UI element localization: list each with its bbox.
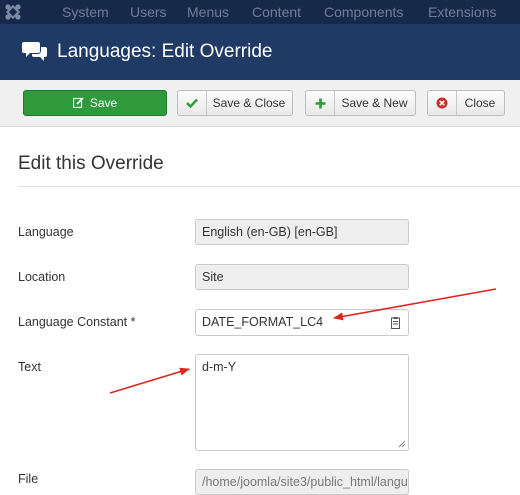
- save-close-button[interactable]: Save & Close: [177, 90, 293, 116]
- file-value: /home/joomla/site3/public_html/language/…: [202, 475, 408, 489]
- save-new-icon-wrap: [306, 91, 335, 115]
- language-label: Language: [18, 225, 74, 239]
- language-constant-input[interactable]: DATE_FORMAT_LC4: [195, 309, 409, 336]
- language-value: English (en-GB) [en-GB]: [202, 225, 338, 239]
- edit-icon: [72, 97, 84, 109]
- close-icon-wrap: [428, 91, 457, 115]
- menu-content[interactable]: Content: [252, 4, 301, 20]
- plus-icon: [315, 98, 325, 108]
- language-field: English (en-GB) [en-GB]: [195, 219, 409, 245]
- menu-menus[interactable]: Menus: [187, 4, 229, 20]
- save-new-button[interactable]: Save & New: [305, 90, 416, 116]
- joomla-logo-icon[interactable]: [4, 3, 22, 21]
- menu-extensions[interactable]: Extensions: [428, 4, 496, 20]
- section-title: Edit this Override: [18, 153, 164, 174]
- location-field: Site: [195, 264, 409, 290]
- save-label: Save: [89, 96, 118, 110]
- file-field: /home/joomla/site3/public_html/language/…: [195, 469, 409, 495]
- menu-users[interactable]: Users: [130, 4, 167, 20]
- save-new-label: Save & New: [341, 96, 408, 110]
- location-label: Location: [18, 270, 66, 284]
- text-value: d-m-Y: [202, 360, 237, 374]
- location-value: Site: [202, 270, 224, 284]
- arrow-to-text: [109, 367, 190, 394]
- clipboard-icon[interactable]: [391, 317, 400, 329]
- checkmark-icon: [186, 98, 198, 108]
- page-header: Languages: Edit Override: [0, 24, 520, 80]
- file-label: File: [18, 472, 39, 486]
- save-button[interactable]: Save: [23, 90, 167, 116]
- close-circle-icon: [436, 97, 448, 109]
- text-label: Text: [18, 360, 41, 374]
- top-menu-bar: System Users Menus Content Components Ex…: [0, 0, 520, 24]
- divider: [18, 186, 520, 187]
- menu-components[interactable]: Components: [324, 4, 403, 20]
- toolbar: Save Save & Close Save & New Close: [0, 80, 520, 127]
- save-button-content: Save: [24, 91, 166, 115]
- text-textarea[interactable]: d-m-Y: [195, 354, 409, 451]
- save-close-icon-wrap: [178, 91, 207, 115]
- language-constant-value: DATE_FORMAT_LC4: [202, 315, 324, 329]
- close-label: Close: [464, 96, 496, 110]
- menu-system[interactable]: System: [62, 4, 109, 20]
- close-button[interactable]: Close: [427, 90, 505, 116]
- language-constant-label: Language Constant *: [18, 315, 136, 329]
- page-title: Languages: Edit Override: [57, 41, 273, 62]
- speech-bubbles-icon: [22, 42, 47, 61]
- save-close-label: Save & Close: [212, 96, 286, 110]
- resize-handle-icon[interactable]: [398, 440, 406, 448]
